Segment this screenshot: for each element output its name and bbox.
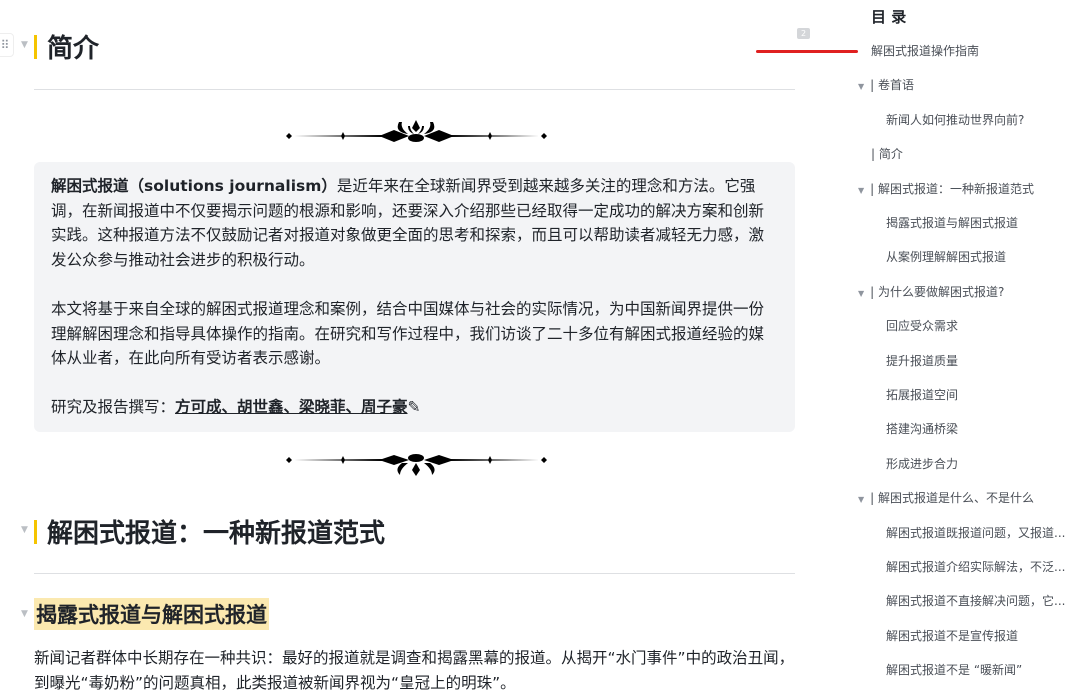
- toc-item-label: 搭建沟通桥梁: [886, 422, 959, 437]
- toc-item[interactable]: 形成进步合力: [886, 454, 958, 474]
- term-bold: 解困式报道（solutions journalism）: [51, 177, 337, 195]
- toc-item[interactable]: ▼ | 解困式报道：一种新报道范式: [858, 179, 1034, 199]
- toc-item[interactable]: 解困式报道操作指南: [871, 41, 979, 61]
- toc-item-label: 解困式报道不是 “暖新闻”: [886, 663, 1023, 678]
- paragraph: 新闻记者群体中长期存在一种共识：最好的报道就是调查和揭露黑幕的报道。从揭开“水门…: [34, 649, 795, 692]
- ornament-divider-2: [286, 454, 547, 476]
- toc-collapse-caret-icon[interactable]: ▼: [858, 495, 864, 504]
- toc-item-label: 解困式报道既报道问题，又报道...: [886, 525, 1066, 540]
- toc-item[interactable]: 解困式报道既报道问题，又报道...: [886, 523, 1065, 543]
- toc-item[interactable]: 解困式报道不是宣传报道: [886, 626, 1018, 646]
- divider: [34, 89, 795, 90]
- active-toc-indicator: [756, 50, 858, 53]
- toc-item-label: 新闻人如何推动世界向前?: [886, 112, 1025, 127]
- toc-item-label: | 解困式报道：一种新报道范式: [870, 181, 1035, 196]
- heading-bar: [34, 34, 37, 59]
- authors-line: 研究及报告撰写：方可成、胡世鑫、梁晓菲、周子豪✎: [51, 395, 778, 420]
- toc-item[interactable]: 新闻人如何推动世界向前?: [886, 110, 1024, 130]
- toc-item-label: 揭露式报道与解困式报道: [886, 216, 1019, 230]
- toc-item[interactable]: 回应受众需求: [886, 316, 958, 336]
- toc-item[interactable]: ▼ | 解困式报道是什么、不是什么: [858, 488, 1034, 508]
- toc-item[interactable]: 搭建沟通桥梁: [886, 419, 958, 439]
- toc-item-label: | 为什么要做解困式报道?: [870, 284, 1005, 299]
- toc-item[interactable]: ▼ | 卷首语: [858, 75, 914, 95]
- callout-paragraph-1: 解困式报道（solutions journalism）是近年来在全球新闻界受到越…: [51, 174, 778, 272]
- heading-text: 解困式报道：一种新报道范式: [47, 519, 386, 549]
- toc-item-label: 解困式报道不直接解决问题，它...: [886, 594, 1066, 609]
- toc-item-label: 形成进步合力: [886, 456, 959, 471]
- toc-collapse-caret-icon[interactable]: ▼: [858, 186, 864, 195]
- toc-item-label: 解困式报道介绍实际解法，不泛...: [886, 560, 1066, 574]
- divider: [34, 573, 795, 574]
- pen-icon: ✎: [407, 398, 421, 417]
- toc-item[interactable]: 解困式报道介绍实际解法，不泛...: [886, 557, 1065, 577]
- authors-link[interactable]: 方可成、胡世鑫、梁晓菲、周子豪: [175, 398, 408, 416]
- toc-item[interactable]: 解困式报道不直接解决问题，它...: [886, 591, 1065, 611]
- toc-item[interactable]: 解困式报道不是 “暖新闻”: [886, 660, 1022, 680]
- toc-item-label: 从案例理解解困式报道: [886, 250, 1007, 265]
- toc-item[interactable]: | 简介: [871, 144, 903, 164]
- toc-item[interactable]: ▼ | 为什么要做解困式报道?: [858, 282, 1004, 302]
- collapse-caret-icon[interactable]: ▼: [21, 40, 28, 50]
- comment-count-badge[interactable]: 2: [797, 28, 810, 39]
- heading-paradigm: 解困式报道：一种新报道范式: [34, 513, 385, 550]
- heading-exposure: 揭露式报道与解困式报道: [34, 598, 269, 630]
- ornament-divider: [286, 120, 547, 142]
- toc-item-label: 解困式报道不是宣传报道: [886, 628, 1019, 643]
- collapse-caret-icon[interactable]: ▼: [21, 609, 28, 619]
- toc-item[interactable]: 提升报道质量: [886, 351, 958, 371]
- drag-handle-icon[interactable]: ⠿: [0, 33, 14, 57]
- toc-item-label: | 简介: [871, 147, 903, 162]
- heading-intro: 简介: [34, 28, 99, 65]
- callout-block: 解困式报道（solutions journalism）是近年来在全球新闻界受到越…: [34, 162, 795, 432]
- toc-title: 目 录: [871, 8, 907, 26]
- toc-item-label: | 卷首语: [870, 78, 915, 93]
- toc-collapse-caret-icon[interactable]: ▼: [858, 82, 864, 91]
- heading-text: 简介: [47, 34, 100, 64]
- toc-item-label: 回应受众需求: [886, 319, 959, 334]
- authors-label: 研究及报告撰写：: [51, 398, 176, 417]
- toc-item-label: | 解困式报道是什么、不是什么: [870, 491, 1035, 506]
- toc-item-label: 拓展报道空间: [886, 388, 959, 402]
- toc-item[interactable]: 揭露式报道与解困式报道: [886, 213, 1018, 233]
- collapse-caret-icon[interactable]: ▼: [21, 525, 28, 535]
- toc-collapse-caret-icon[interactable]: ▼: [858, 289, 864, 298]
- toc-item-label: 提升报道质量: [886, 353, 959, 368]
- heading-bar: [34, 519, 37, 544]
- toc-item[interactable]: 拓展报道空间: [886, 385, 958, 405]
- toc-item[interactable]: 从案例理解解困式报道: [886, 247, 1006, 267]
- toc-item-label: 解困式报道操作指南: [871, 44, 980, 58]
- callout-paragraph-2: 本文将基于来自全球的解困式报道理念和案例，结合中国媒体与社会的实际情况，为中国新…: [51, 299, 765, 368]
